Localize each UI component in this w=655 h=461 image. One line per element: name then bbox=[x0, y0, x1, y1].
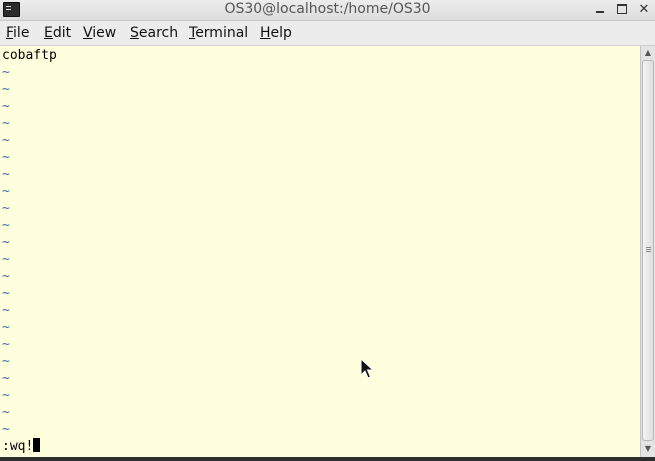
text-cursor bbox=[33, 438, 41, 452]
vertical-scrollbar[interactable]: ▲ ▼ bbox=[640, 46, 655, 457]
close-button[interactable]: ✕ bbox=[636, 1, 652, 17]
menu-help[interactable]: Help bbox=[260, 21, 292, 45]
empty-line-marker: ~ bbox=[2, 65, 10, 80]
empty-line-marker: ~ bbox=[2, 218, 10, 233]
vim-command-line[interactable]: :wq! bbox=[2, 438, 41, 455]
empty-line-marker: ~ bbox=[2, 320, 10, 335]
minimize-icon bbox=[596, 11, 604, 13]
scroll-down-icon[interactable]: ▼ bbox=[641, 442, 655, 456]
empty-line-marker: ~ bbox=[2, 184, 10, 199]
terminal-window: OS30@localhost:/home/OS30 ✕ File Edit Vi… bbox=[0, 0, 655, 461]
empty-line-marker: ~ bbox=[2, 269, 10, 284]
empty-line-marker: ~ bbox=[2, 99, 10, 114]
empty-line-marker: ~ bbox=[2, 82, 10, 97]
empty-line-marker: ~ bbox=[2, 405, 10, 420]
empty-line-marker: ~ bbox=[2, 167, 10, 182]
scrollbar-thumb[interactable] bbox=[642, 60, 654, 441]
empty-line-marker: ~ bbox=[2, 116, 10, 131]
menu-edit[interactable]: Edit bbox=[44, 21, 71, 45]
terminal-screen[interactable]: cobaftp ~ ~ ~ ~ ~ ~ ~ ~ ~ ~ ~ ~ ~ ~ ~ ~ … bbox=[0, 46, 640, 457]
empty-line-marker: ~ bbox=[2, 252, 10, 267]
empty-line-marker: ~ bbox=[2, 337, 10, 352]
mouse-pointer-icon bbox=[360, 358, 374, 379]
empty-line-marker: ~ bbox=[2, 388, 10, 403]
empty-line-marker: ~ bbox=[2, 150, 10, 165]
window-title: OS30@localhost:/home/OS30 bbox=[224, 1, 431, 17]
empty-line-marker: ~ bbox=[2, 354, 10, 369]
menu-file[interactable]: File bbox=[6, 21, 29, 45]
minimize-button[interactable] bbox=[592, 1, 608, 17]
file-content-line: cobaftp bbox=[2, 48, 57, 63]
title-bar[interactable]: OS30@localhost:/home/OS30 ✕ bbox=[0, 0, 655, 21]
menu-search[interactable]: Search bbox=[130, 21, 178, 45]
empty-line-marker: ~ bbox=[2, 133, 10, 148]
empty-line-marker: ~ bbox=[2, 201, 10, 216]
maximize-button[interactable] bbox=[614, 1, 630, 17]
empty-line-marker: ~ bbox=[2, 235, 10, 250]
empty-line-marker: ~ bbox=[2, 286, 10, 301]
menu-bar: File Edit View Search Terminal Help bbox=[0, 21, 655, 46]
menu-terminal[interactable]: Terminal bbox=[189, 21, 248, 45]
empty-line-marker: ~ bbox=[2, 371, 10, 386]
close-icon: ✕ bbox=[638, 2, 650, 17]
grip-icon bbox=[646, 247, 651, 248]
maximize-icon bbox=[617, 4, 627, 14]
menu-view[interactable]: View bbox=[83, 21, 116, 45]
empty-line-marker: ~ bbox=[2, 422, 10, 437]
empty-line-marker: ~ bbox=[2, 303, 10, 318]
window-bottom-edge bbox=[0, 457, 655, 461]
scroll-up-icon[interactable]: ▲ bbox=[641, 46, 655, 60]
command-text: :wq! bbox=[2, 439, 34, 454]
